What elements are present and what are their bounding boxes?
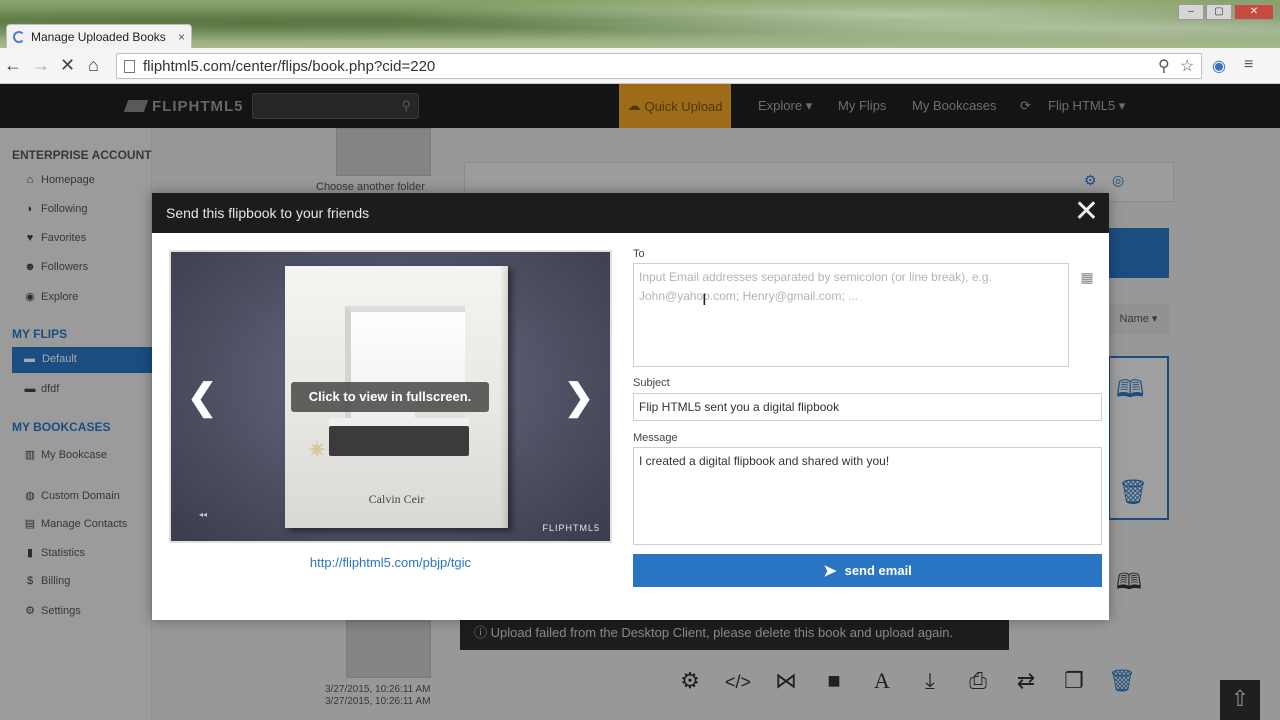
url-text: fliphtml5.com/center/flips/book.php?cid=… bbox=[143, 58, 436, 75]
fullscreen-label[interactable]: Click to view in fullscreen. bbox=[291, 382, 489, 412]
send-email-label: send email bbox=[844, 563, 912, 578]
window-controls: – ▢ ✕ bbox=[1176, 4, 1274, 20]
loading-spinner-icon bbox=[13, 30, 25, 43]
tab-close-button[interactable]: × bbox=[178, 30, 185, 44]
subject-field[interactable]: Flip HTML5 sent you a digital flipbook bbox=[633, 393, 1102, 421]
preview-logo: FLIPHTML5 bbox=[542, 523, 600, 533]
modal-title: Send this flipbook to your friends bbox=[166, 205, 370, 221]
decor-star-icon: ✷ bbox=[307, 437, 328, 464]
paper-plane-icon: ➤ bbox=[823, 562, 837, 580]
forward-icon[interactable]: → bbox=[32, 55, 50, 76]
book-brand: Calvin Ceir bbox=[368, 492, 425, 506]
book-link[interactable]: http://fliphtml5.com/pbjp/tgic bbox=[169, 555, 612, 570]
next-page-icon[interactable]: ❯ bbox=[564, 376, 594, 418]
send-email-button[interactable]: ➤ send email bbox=[633, 554, 1102, 587]
menu-icon[interactable]: ≡ bbox=[1244, 56, 1253, 74]
close-window-button[interactable]: ✕ bbox=[1234, 4, 1274, 20]
message-label: Message bbox=[633, 432, 678, 444]
page-icon bbox=[124, 60, 135, 73]
search-icon[interactable]: ⚲ bbox=[1158, 56, 1170, 76]
book-preview[interactable]: ✷ Calvin Ceir Click to view in fullscree… bbox=[169, 250, 612, 543]
share-modal: Send this flipbook to your friends ✕ ✷ C… bbox=[152, 193, 1109, 620]
tab-title: Manage Uploaded Books bbox=[31, 29, 166, 44]
close-icon[interactable]: ✕ bbox=[1074, 197, 1099, 227]
back-icon[interactable]: ← bbox=[4, 55, 22, 76]
stop-icon[interactable]: ✕ bbox=[60, 55, 75, 76]
message-field[interactable]: I created a digital flipbook and shared … bbox=[633, 447, 1102, 545]
maximize-button[interactable]: ▢ bbox=[1206, 4, 1232, 20]
browser-titlebar: Manage Uploaded Books × – ▢ ✕ bbox=[0, 0, 1280, 48]
to-field[interactable]: Input Email addresses separated by semic… bbox=[633, 263, 1069, 367]
modal-header: Send this flipbook to your friends ✕ bbox=[152, 193, 1109, 233]
bookmark-star-icon[interactable]: ☆ bbox=[1180, 56, 1194, 76]
to-label: To bbox=[633, 248, 645, 260]
minimize-button[interactable]: – bbox=[1178, 4, 1204, 20]
to-placeholder: Input Email addresses separated by semic… bbox=[639, 270, 992, 303]
subject-label: Subject bbox=[633, 377, 670, 389]
address-bar[interactable]: fliphtml5.com/center/flips/book.php?cid=… bbox=[116, 53, 1202, 79]
page-indicator: ◂◂ bbox=[199, 510, 208, 519]
prev-page-icon[interactable]: ❮ bbox=[187, 376, 217, 418]
home-icon[interactable]: ⌂ bbox=[88, 55, 99, 76]
browser-tab[interactable]: Manage Uploaded Books × bbox=[6, 24, 192, 48]
extension-icon[interactable]: ◉ bbox=[1212, 56, 1226, 76]
text-cursor-icon: I bbox=[702, 290, 707, 309]
contacts-icon[interactable]: ▦ bbox=[1077, 269, 1097, 287]
